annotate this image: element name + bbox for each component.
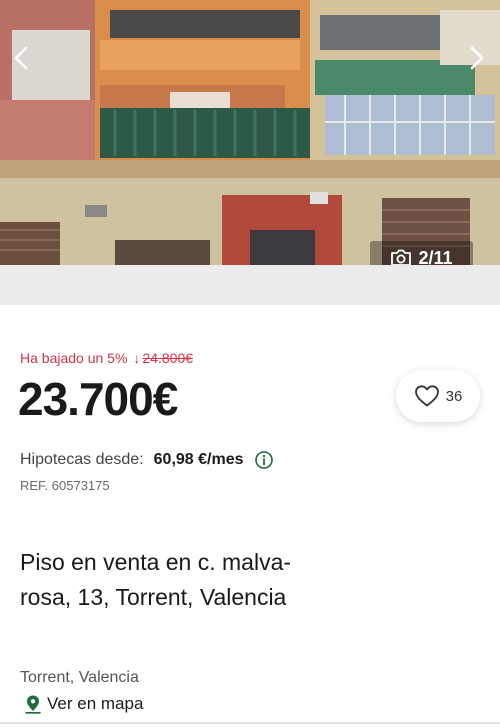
old-price-value: 24.800€ [142,350,194,366]
camera-icon [391,249,412,265]
gallery-strip [0,265,500,305]
mortgage-label: Hipotecas desde: [20,451,144,468]
view-on-map-link[interactable]: Ver en mapa [24,694,143,714]
chevron-left-icon [14,46,28,70]
price-drop-label: Ha bajado un 5% [20,350,128,366]
mortgage-value: 60,98 €/mes [153,451,244,468]
reference-number: REF. 60573175 [20,478,110,493]
heart-icon [414,385,439,407]
building-photo [0,0,500,265]
down-arrow-icon: ↓ [133,350,141,366]
listing-price: 23.700€ [18,373,178,425]
price-drop-notice: Ha bajado un 5% ↓ 24.800€ [20,350,193,366]
previous-photo-button[interactable] [4,38,38,78]
mortgage-info: Hipotecas desde: 60,98 €/mes [20,450,274,470]
old-price: ↓ 24.800€ [133,350,193,366]
view-on-map-label: Ver en mapa [47,694,144,713]
photo-counter-text: 2/11 [418,247,453,266]
favorite-button[interactable]: 36 [396,370,480,422]
listing-location: Torrent, Valencia [20,669,139,686]
map-pin-icon [25,695,41,714]
divider [0,722,500,724]
favorites-count: 36 [445,387,463,405]
photo-gallery[interactable]: 2/11 [0,0,500,265]
photo-counter[interactable]: 2/11 [370,241,473,265]
listing-title: Piso en venta en c. malva-rosa, 13, Torr… [20,549,292,610]
next-photo-button[interactable] [460,38,494,78]
chevron-right-icon [470,46,484,70]
info-icon[interactable] [254,450,274,470]
